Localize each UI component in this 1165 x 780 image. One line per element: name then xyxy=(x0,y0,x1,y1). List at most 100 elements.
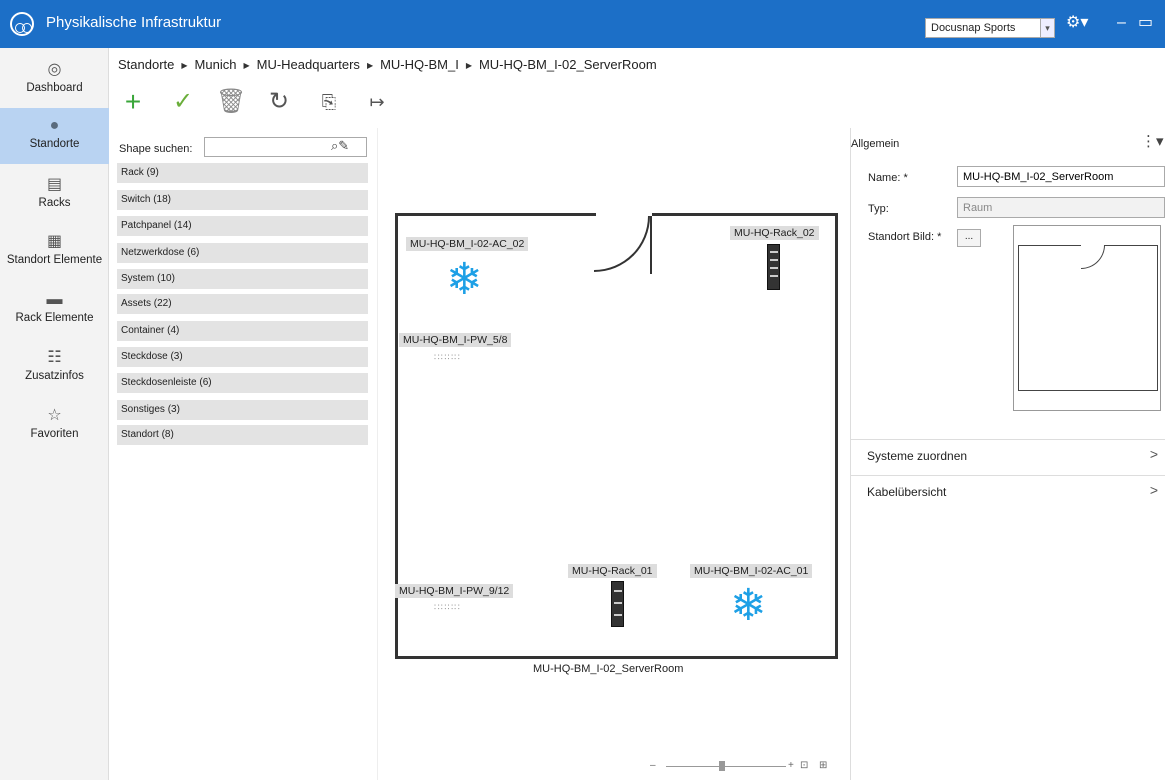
nav-item-zusatzinfos[interactable]: ☷ Zusatzinfos xyxy=(0,340,109,396)
nav-item-rack-elemente[interactable]: ▬ Rack Elemente xyxy=(0,282,109,338)
preview-door xyxy=(1081,245,1105,269)
breadcrumb-item[interactable]: MU-Headquarters xyxy=(257,57,360,72)
tenant-select[interactable]: Docusnap Sports ▾ xyxy=(925,18,1055,38)
nav-item-label: Standorte xyxy=(29,138,80,150)
door-jamb xyxy=(650,216,652,274)
collapse-panel-icon[interactable]: ↦ xyxy=(362,86,392,118)
trash-icon[interactable]: 🗑 xyxy=(216,86,246,118)
shape-category-system[interactable]: System (10) xyxy=(117,269,368,289)
nav-item-label: Standort Elemente xyxy=(6,254,103,266)
nav-item-standorte[interactable]: ● Standorte xyxy=(0,108,109,164)
zoom-slider-thumb[interactable] xyxy=(719,761,725,771)
rack-unit xyxy=(614,614,622,616)
browse-button[interactable]: ... xyxy=(957,229,981,247)
zoom-fit-icon[interactable]: ⊡ xyxy=(800,760,808,771)
door-swing xyxy=(594,216,650,272)
checkmark-icon[interactable]: ✓ xyxy=(168,86,198,118)
air-conditioner-icon[interactable]: ❄ xyxy=(730,584,767,628)
nav-item-standort-elemente[interactable]: ▦ Standort Elemente xyxy=(0,224,109,280)
additional-info-icon: ☷ xyxy=(47,349,62,366)
maximize-icon[interactable]: ▭ xyxy=(1138,14,1153,32)
power-outlets-icon[interactable]: ∷∷∷∷ xyxy=(434,352,461,363)
breadcrumb-item[interactable]: MU-HQ-BM_I xyxy=(380,57,459,72)
rack-unit xyxy=(770,275,778,277)
type-field xyxy=(957,197,1165,218)
nav-item-dashboard[interactable]: ◎ Dashboard xyxy=(0,52,109,108)
section-kabeluebersicht[interactable]: Kabelübersicht > xyxy=(851,475,1165,505)
refresh-icon[interactable]: ↻ xyxy=(264,86,294,118)
shape-category-netzwerkdose[interactable]: Netzwerkdose (6) xyxy=(117,243,368,263)
nav-item-label: Rack Elemente xyxy=(15,312,94,324)
tenant-select-value: Docusnap Sports xyxy=(931,22,1016,34)
zoom-out-icon[interactable]: – xyxy=(650,760,656,771)
csv-export-icon[interactable]: ⎘ xyxy=(314,86,344,118)
shape-search-label: Shape suchen: xyxy=(119,143,193,155)
app-logo-icon xyxy=(10,12,34,36)
location-image-preview xyxy=(1013,225,1161,411)
breadcrumb-item-current[interactable]: MU-HQ-BM_I-02_ServerRoom xyxy=(479,57,657,72)
breadcrumb-separator-icon: ▶ xyxy=(366,61,374,70)
pw912-label: MU-HQ-BM_I-PW_9/12 xyxy=(395,584,514,598)
search-icon[interactable]: ⌕✎ xyxy=(331,138,349,154)
rack-icon[interactable] xyxy=(611,581,624,627)
breadcrumb-separator-icon: ▶ xyxy=(465,61,472,70)
zoom-slider-track[interactable] xyxy=(666,766,786,767)
rack-unit xyxy=(770,267,778,269)
properties-panel: Allgemein ⋮▾ Name: * Typ: Standort Bild:… xyxy=(850,128,1165,780)
star-icon: ☆ xyxy=(47,407,62,424)
breadcrumb-item[interactable]: Standorte xyxy=(118,57,174,72)
breadcrumb-separator-icon: ▶ xyxy=(181,61,188,70)
zoom-in-icon[interactable]: + xyxy=(788,760,794,771)
image-label: Standort Bild: * xyxy=(868,231,942,243)
location-pin-icon: ● xyxy=(49,117,60,134)
rack-elements-icon: ▬ xyxy=(46,291,63,308)
section-label: Systeme zuordnen xyxy=(867,449,968,463)
gear-icon[interactable]: ⚙▾ xyxy=(1066,14,1088,32)
zoom-reset-icon[interactable]: ⊞ xyxy=(819,760,827,771)
rack01-label: MU-HQ-Rack_01 xyxy=(568,564,657,578)
air-conditioner-icon[interactable]: ❄ xyxy=(446,258,483,302)
chevron-down-icon: ▾ xyxy=(1040,19,1054,37)
shape-category-steckdose[interactable]: Steckdose (3) xyxy=(117,347,368,367)
add-icon[interactable]: + xyxy=(118,86,148,118)
nav-item-label: Favoriten xyxy=(30,428,79,440)
shape-category-container[interactable]: Container (4) xyxy=(117,321,368,341)
nav-item-favoriten[interactable]: ☆ Favoriten xyxy=(0,398,109,454)
shape-category-assets[interactable]: Assets (22) xyxy=(117,294,368,314)
rack02-label: MU-HQ-Rack_02 xyxy=(730,226,819,240)
name-field[interactable] xyxy=(957,166,1165,187)
shape-category-steckdosenleiste[interactable]: Steckdosenleiste (6) xyxy=(117,373,368,393)
nav-item-racks[interactable]: ▤ Racks xyxy=(0,167,109,223)
rack-icon[interactable] xyxy=(767,244,780,290)
floorplan-canvas[interactable]: MU-HQ-BM_I-02-AC_02 ❄ MU-HQ-Rack_02 MU-H… xyxy=(377,128,847,780)
app-title: Physikalische Infrastruktur xyxy=(46,14,222,31)
rack-unit xyxy=(614,590,622,592)
more-options-icon[interactable]: ⋮▾ xyxy=(1141,132,1164,150)
breadcrumb: Standorte ▶ Munich ▶ MU-Headquarters ▶ MU-HQ-B… xyxy=(118,57,657,72)
room-caption: MU-HQ-BM_I-02_ServerRoom xyxy=(533,663,684,675)
rack-unit xyxy=(770,259,778,261)
nav-item-label: Dashboard xyxy=(26,82,83,94)
nav-item-label: Zusatzinfos xyxy=(25,370,84,382)
shape-category-rack[interactable]: Rack (9) xyxy=(117,163,368,183)
shape-category-standort[interactable]: Standort (8) xyxy=(117,425,368,445)
shape-category-switch[interactable]: Switch (18) xyxy=(117,190,368,210)
title-bar: Physikalische Infrastruktur Docusnap Spo… xyxy=(0,0,1165,48)
shape-category-patchpanel[interactable]: Patchpanel (14) xyxy=(117,216,368,236)
shape-category-sonstiges[interactable]: Sonstiges (3) xyxy=(117,400,368,420)
minimize-icon[interactable]: – xyxy=(1117,14,1126,32)
ac02-label: MU-HQ-BM_I-02-AC_02 xyxy=(406,237,529,251)
chevron-right-icon: > xyxy=(1149,482,1158,498)
breadcrumb-item[interactable]: Munich xyxy=(195,57,237,72)
pw58-label: MU-HQ-BM_I-PW_5/8 xyxy=(399,333,512,347)
rack-unit xyxy=(770,251,778,253)
site-elements-icon: ▦ xyxy=(46,233,63,250)
rack-unit xyxy=(614,602,622,604)
power-outlets-icon[interactable]: ∷∷∷∷ xyxy=(434,602,461,613)
dashboard-icon: ◎ xyxy=(47,61,62,78)
type-label: Typ: xyxy=(868,203,889,215)
nav-item-label: Racks xyxy=(38,197,71,209)
breadcrumb-separator-icon: ▶ xyxy=(243,61,250,70)
section-systeme-zuordnen[interactable]: Systeme zuordnen > xyxy=(851,439,1165,469)
chevron-right-icon: > xyxy=(1149,446,1158,462)
